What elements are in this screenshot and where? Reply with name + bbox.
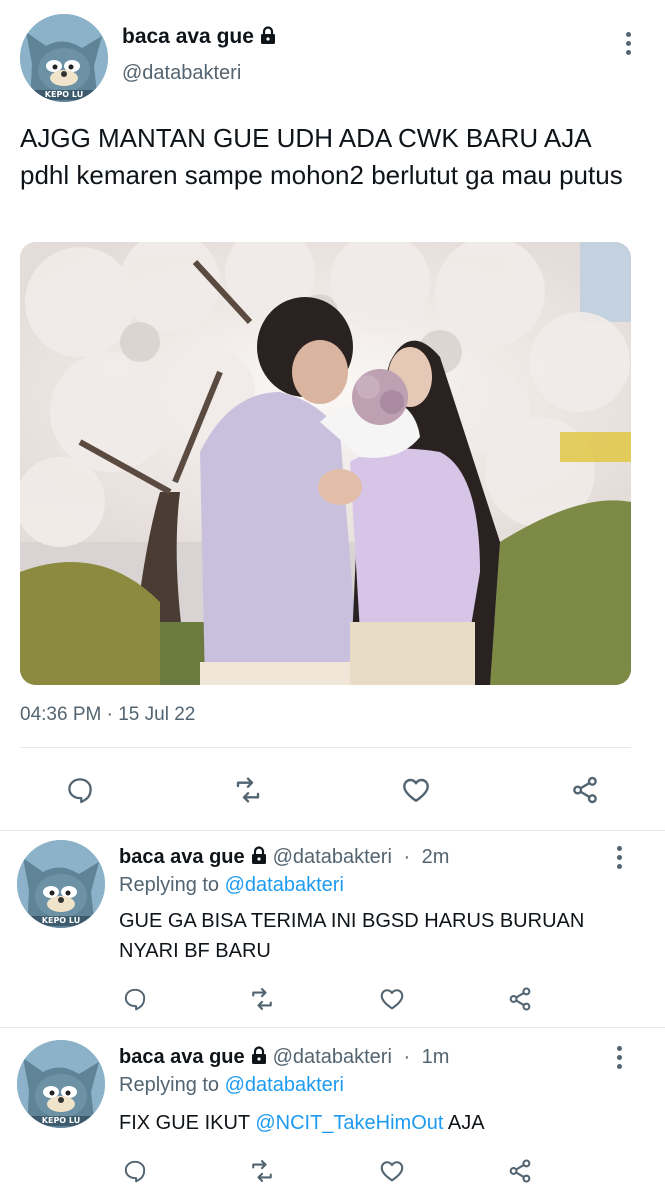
like-icon bbox=[380, 1161, 404, 1182]
replying-to: Replying to @databakteri bbox=[119, 1074, 344, 1097]
reply-time[interactable]: 1m bbox=[422, 1046, 450, 1069]
couple-under-cherry-blossom-image bbox=[20, 242, 631, 685]
share-button[interactable] bbox=[565, 770, 605, 810]
cartoon-cat-avatar-image bbox=[17, 1040, 105, 1128]
more-options-icon[interactable] bbox=[609, 842, 629, 872]
reply-header: baca ava gue @databakteri · 1m bbox=[119, 1046, 449, 1069]
author-name-row[interactable]: baca ava gue bbox=[122, 25, 276, 49]
more-options-icon[interactable] bbox=[618, 28, 638, 58]
retweet-button[interactable] bbox=[228, 770, 268, 810]
like-button[interactable] bbox=[375, 1154, 409, 1188]
lock-icon bbox=[251, 846, 267, 869]
reply-icon bbox=[124, 1160, 146, 1183]
reply-avatar[interactable]: KEPO LU bbox=[17, 1040, 105, 1128]
tweet-timestamp[interactable]: 04:36 PM · 15 Jul 22 bbox=[20, 704, 195, 726]
replying-to-label: Replying to bbox=[119, 1074, 220, 1096]
share-icon bbox=[573, 776, 597, 804]
reply-text: FIX GUE IKUT @NCIT_TakeHimOut AJA bbox=[119, 1108, 599, 1138]
reply-button[interactable] bbox=[118, 1154, 152, 1188]
lock-icon bbox=[251, 1046, 267, 1069]
share-icon bbox=[509, 1159, 531, 1183]
retweet-icon bbox=[252, 1160, 272, 1182]
avatar-caption: KEPO LU bbox=[41, 1116, 81, 1125]
reply-time[interactable]: 2m bbox=[422, 846, 450, 869]
tweet-photo[interactable] bbox=[20, 242, 631, 685]
separator: · bbox=[397, 846, 416, 868]
cartoon-cat-avatar-image bbox=[20, 14, 108, 102]
like-button[interactable] bbox=[396, 770, 436, 810]
retweet-button[interactable] bbox=[245, 1154, 279, 1188]
retweet-icon bbox=[236, 777, 260, 803]
reply-icon bbox=[68, 778, 92, 804]
display-name[interactable]: baca ava gue bbox=[122, 25, 254, 49]
replying-to: Replying to @databakteri bbox=[119, 874, 344, 897]
divider bbox=[20, 747, 631, 748]
reply-text-after: AJA bbox=[443, 1112, 485, 1134]
reply-avatar[interactable]: KEPO LU bbox=[17, 840, 105, 928]
reply-text: GUE GA BISA TERIMA INI BGSD HARUS BURUAN… bbox=[119, 910, 585, 962]
avatar-caption: KEPO LU bbox=[44, 90, 84, 99]
share-button[interactable] bbox=[503, 982, 537, 1016]
replying-to-handle-link[interactable]: @databakteri bbox=[225, 1074, 344, 1096]
like-button[interactable] bbox=[375, 982, 409, 1016]
lock-icon bbox=[260, 25, 276, 49]
more-options-icon[interactable] bbox=[609, 1042, 629, 1072]
cartoon-cat-avatar-image bbox=[17, 840, 105, 928]
divider bbox=[0, 830, 665, 831]
reply-header: baca ava gue @databakteri · 2m bbox=[119, 846, 449, 869]
tweet-text: AJGG MANTAN GUE UDH ADA CWK BARU AJA pdh… bbox=[20, 123, 623, 190]
retweet-icon bbox=[252, 988, 272, 1010]
reply-icon bbox=[124, 988, 146, 1011]
reply-button[interactable] bbox=[118, 982, 152, 1016]
mention-link[interactable]: @NCIT_TakeHimOut bbox=[255, 1112, 443, 1134]
replying-to-label: Replying to bbox=[119, 874, 220, 896]
author-handle[interactable]: @databakteri bbox=[122, 62, 241, 85]
reply-button[interactable] bbox=[60, 770, 100, 810]
author-handle[interactable]: @databakteri bbox=[273, 1046, 392, 1069]
avatar[interactable]: KEPO LU bbox=[20, 14, 108, 102]
display-name[interactable]: baca ava gue bbox=[119, 1046, 245, 1069]
like-icon bbox=[380, 989, 404, 1010]
share-button[interactable] bbox=[503, 1154, 537, 1188]
reply-text-before: FIX GUE IKUT bbox=[119, 1112, 256, 1134]
replying-to-handle-link[interactable]: @databakteri bbox=[225, 874, 344, 896]
avatar-caption: KEPO LU bbox=[41, 916, 81, 925]
divider bbox=[0, 1027, 665, 1028]
retweet-button[interactable] bbox=[245, 982, 279, 1016]
share-icon bbox=[509, 987, 531, 1011]
like-icon bbox=[403, 778, 429, 802]
separator: · bbox=[397, 1046, 416, 1068]
display-name[interactable]: baca ava gue bbox=[119, 846, 245, 869]
author-handle[interactable]: @databakteri bbox=[273, 846, 392, 869]
